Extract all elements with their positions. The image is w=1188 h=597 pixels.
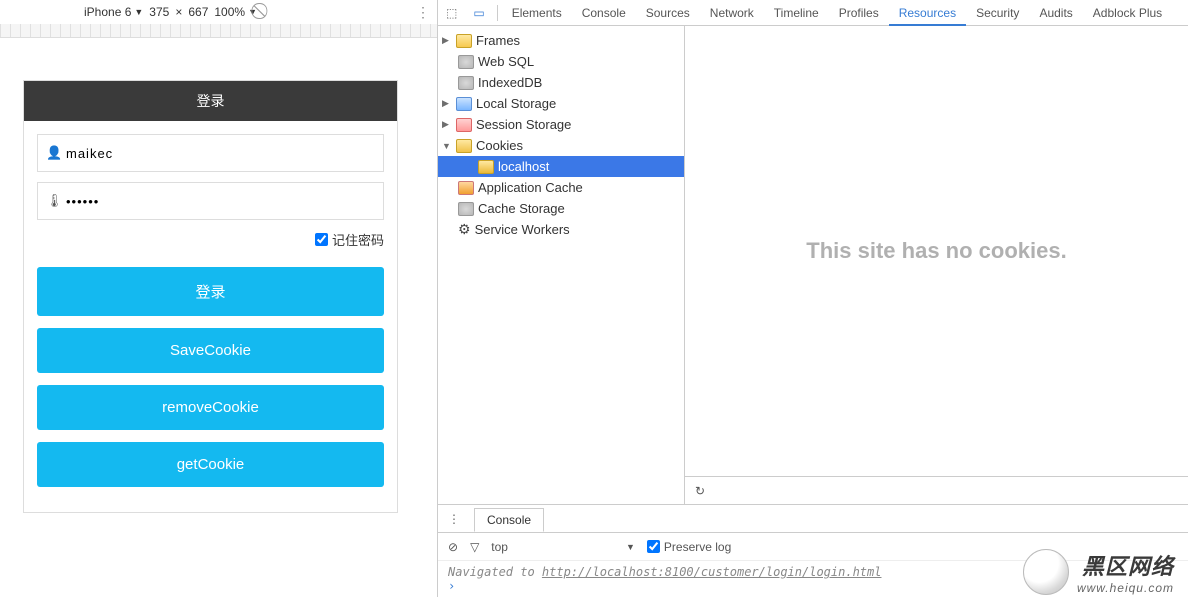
chevron-down-icon: ▼ <box>134 7 143 17</box>
tree-sessionstorage[interactable]: ▶Session Storage <box>438 114 684 135</box>
tab-audits[interactable]: Audits <box>1029 0 1082 26</box>
refresh-icon[interactable]: ↻ <box>695 484 705 498</box>
ruler <box>0 24 437 38</box>
tab-network[interactable]: Network <box>700 0 764 26</box>
refresh-bar: ↻ <box>685 476 1188 504</box>
console-drawer-head: ⋮ Console <box>438 505 1188 533</box>
device-toolbar: iPhone 6 ▼ 375 × 667 100% ▼ ⃠ <box>0 0 437 24</box>
preserve-log-option[interactable]: Preserve log <box>647 540 731 554</box>
more-icon[interactable]: ⋮ <box>416 4 430 21</box>
storage-icon <box>456 97 472 111</box>
mushroom-icon <box>1023 549 1069 595</box>
chevron-down-icon: ▼ <box>626 542 635 552</box>
tab-sources[interactable]: Sources <box>636 0 700 26</box>
tab-profiles[interactable]: Profiles <box>829 0 889 26</box>
device-width[interactable]: 375 <box>149 5 169 19</box>
tree-cookie-localhost[interactable]: localhost <box>438 156 684 177</box>
zoom-value: 100% <box>214 5 245 19</box>
appcache-icon <box>458 181 474 195</box>
tree-indexeddb[interactable]: IndexedDB <box>438 72 684 93</box>
resources-tree: ▶Frames Web SQL IndexedDB ▶Local Storage… <box>438 26 685 504</box>
device-name: iPhone 6 <box>84 5 131 19</box>
tab-console[interactable]: Console <box>572 0 636 26</box>
zoom-selector[interactable]: 100% ▼ <box>214 5 257 19</box>
empty-cookies-message: This site has no cookies. <box>685 26 1188 476</box>
database-icon <box>458 202 474 216</box>
devtools-body: ▶Frames Web SQL IndexedDB ▶Local Storage… <box>438 26 1188 504</box>
remember-checkbox[interactable] <box>315 233 328 246</box>
tree-appcache[interactable]: Application Cache <box>438 177 684 198</box>
devtools-toolbar: ⬚ ▭ Elements Console Sources Network Tim… <box>438 0 1188 26</box>
device-height[interactable]: 667 <box>188 5 208 19</box>
tree-cookies[interactable]: ▼Cookies <box>438 135 684 156</box>
username-field-wrap[interactable]: 👤 <box>37 134 384 172</box>
remember-label: 记住密码 <box>332 230 384 249</box>
preserve-log-checkbox[interactable] <box>647 540 660 553</box>
inspect-icon[interactable]: ⬚ <box>438 6 465 20</box>
tab-elements[interactable]: Elements <box>502 0 572 26</box>
tab-timeline[interactable]: Timeline <box>764 0 829 26</box>
device-selector[interactable]: iPhone 6 ▼ <box>84 5 143 19</box>
filter-icon[interactable]: ▽ <box>470 540 479 554</box>
phone-viewport: 登录 👤 🌡 记住密码 登录 SaveCookie removeCookie g… <box>23 80 398 513</box>
tab-resources[interactable]: Resources <box>889 0 966 26</box>
devtools-panel: ⬚ ▭ Elements Console Sources Network Tim… <box>437 0 1188 597</box>
chevron-down-icon: ▼ <box>248 7 257 17</box>
device-mode-icon[interactable]: ▭ <box>465 6 492 20</box>
resources-content: This site has no cookies. ↻ <box>685 26 1188 504</box>
username-input[interactable] <box>62 146 375 161</box>
watermark: 黑区网络 www.heiqu.com <box>1023 549 1174 595</box>
tree-localstorage[interactable]: ▶Local Storage <box>438 93 684 114</box>
database-icon <box>458 55 474 69</box>
storage-icon <box>456 118 472 132</box>
dimension-separator: × <box>175 5 182 19</box>
password-field-wrap[interactable]: 🌡 <box>37 182 384 220</box>
tree-websql[interactable]: Web SQL <box>438 51 684 72</box>
tab-adblock[interactable]: Adblock Plus <box>1083 0 1172 26</box>
tab-security[interactable]: Security <box>966 0 1029 26</box>
folder-icon <box>456 34 472 48</box>
nav-url[interactable]: http://localhost:8100/customer/login/log… <box>542 565 882 579</box>
tree-frames[interactable]: ▶Frames <box>438 30 684 51</box>
password-input[interactable] <box>62 194 375 209</box>
device-preview-panel: iPhone 6 ▼ 375 × 667 100% ▼ ⃠ 登录 👤 🌡 记住 <box>0 0 437 597</box>
gear-icon: ⚙ <box>458 221 471 238</box>
watermark-url: www.heiqu.com <box>1077 581 1174 595</box>
cookie-icon <box>478 160 494 174</box>
tree-cachestorage[interactable]: Cache Storage <box>438 198 684 219</box>
tree-serviceworkers[interactable]: ⚙Service Workers <box>438 219 684 240</box>
separator <box>497 5 498 21</box>
context-selector[interactable]: top ▼ <box>491 540 635 554</box>
key-icon: 🌡 <box>46 193 62 209</box>
login-title: 登录 <box>24 81 397 121</box>
get-cookie-button[interactable]: getCookie <box>37 442 384 487</box>
console-tab[interactable]: Console <box>474 508 544 532</box>
database-icon <box>458 76 474 90</box>
login-button[interactable]: 登录 <box>37 267 384 316</box>
remember-row: 记住密码 <box>37 230 384 249</box>
clear-console-icon[interactable]: ⊘ <box>448 540 458 554</box>
cookie-icon <box>456 139 472 153</box>
user-icon: 👤 <box>46 145 62 161</box>
save-cookie-button[interactable]: SaveCookie <box>37 328 384 373</box>
watermark-title: 黑区网络 <box>1077 549 1174 581</box>
more-icon[interactable]: ⋮ <box>438 512 470 526</box>
login-body: 👤 🌡 记住密码 登录 SaveCookie removeCookie getC… <box>24 121 397 512</box>
remove-cookie-button[interactable]: removeCookie <box>37 385 384 430</box>
